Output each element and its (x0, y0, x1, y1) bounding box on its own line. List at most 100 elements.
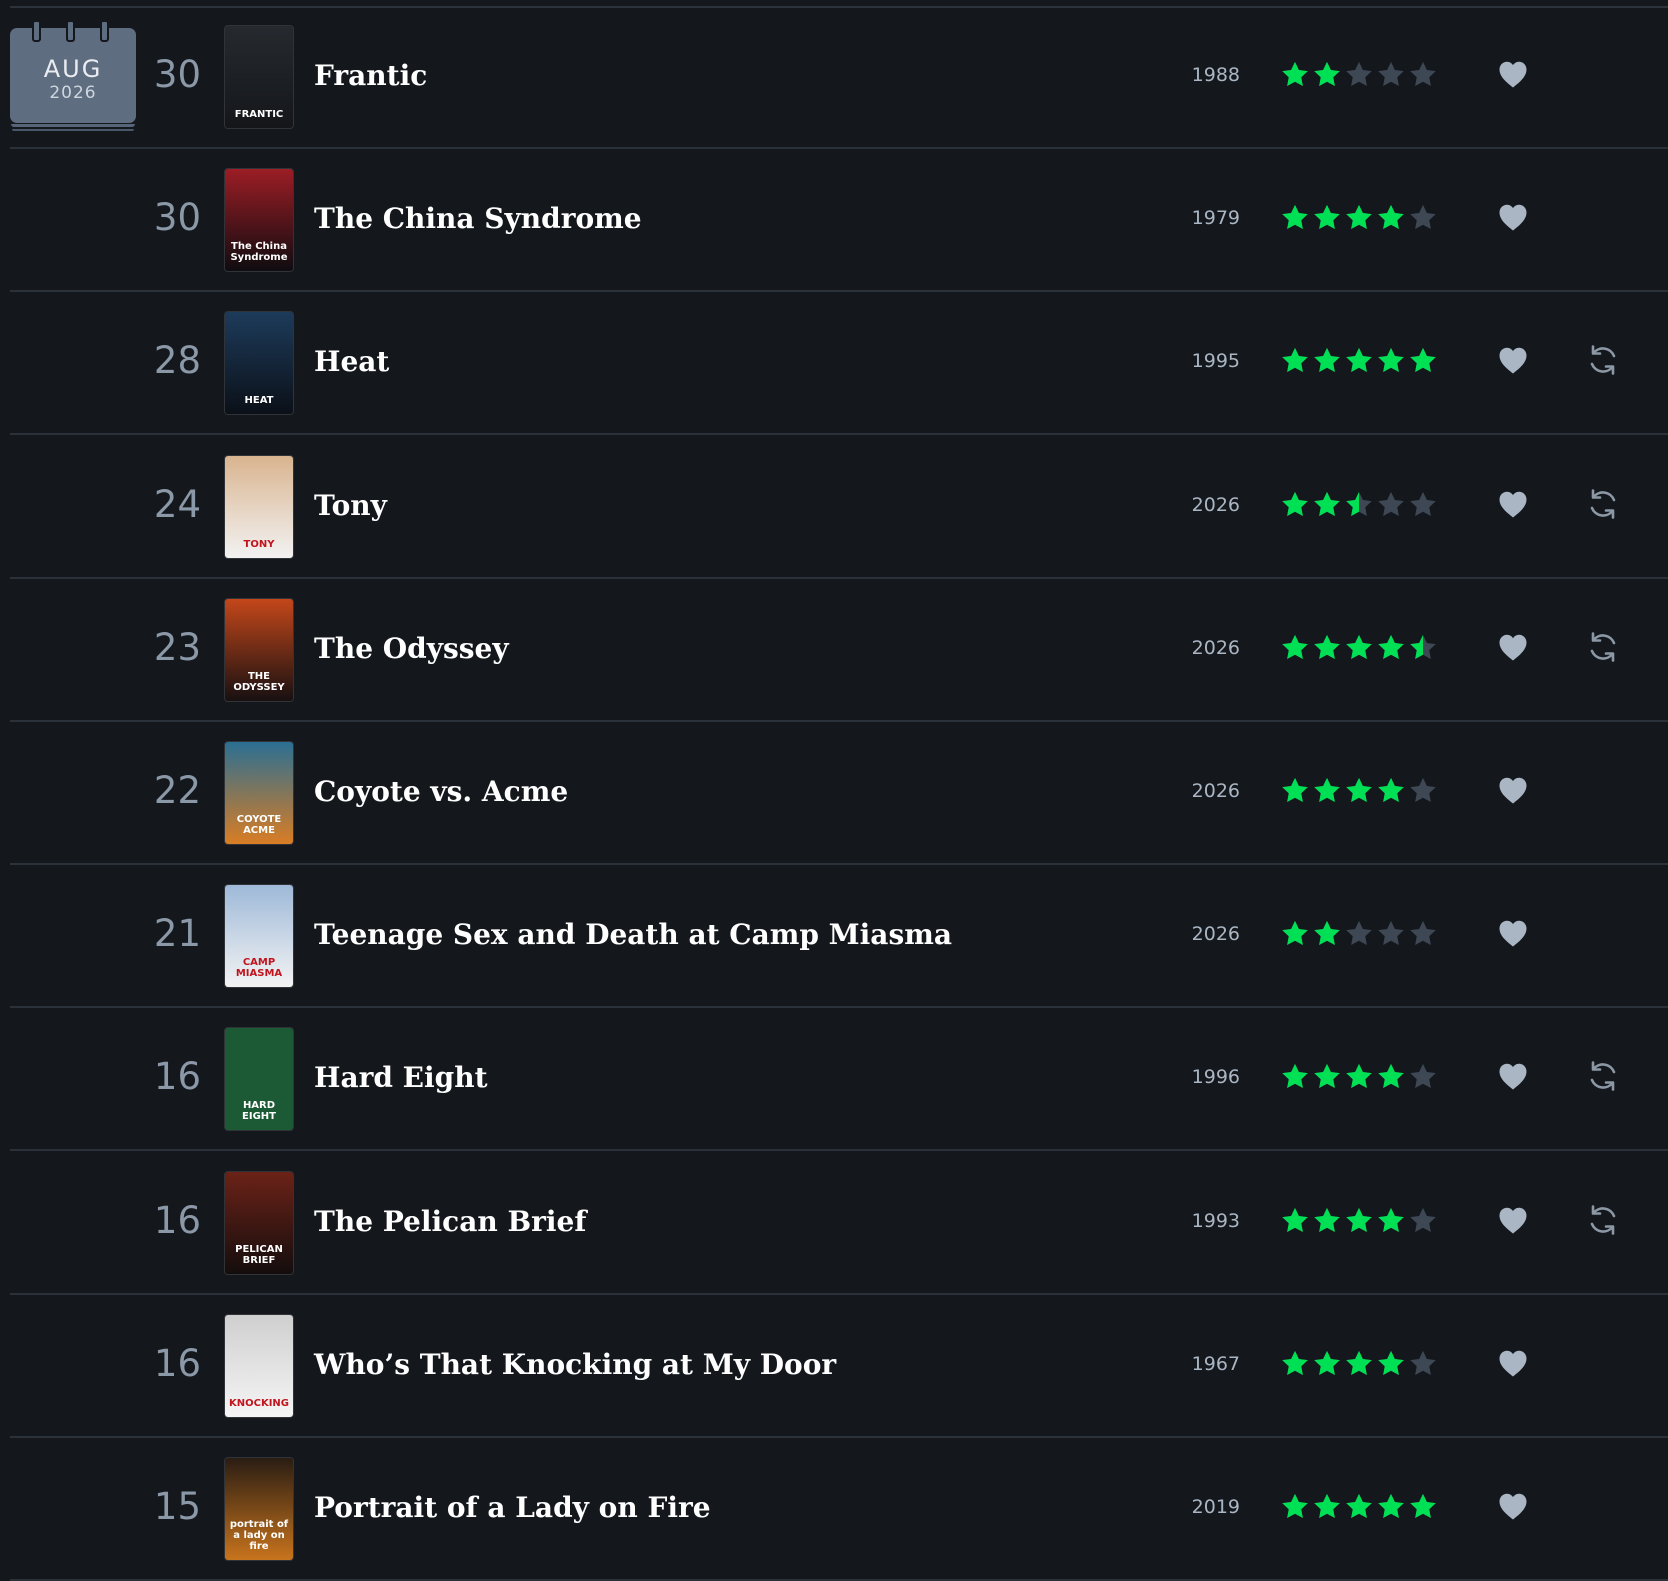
poster-caption: FRANTIC (234, 109, 284, 120)
entry-day[interactable]: 23 (154, 625, 201, 671)
heart-icon[interactable] (1496, 1347, 1530, 1381)
star-full-icon (1346, 1064, 1372, 1089)
film-title[interactable]: Tony (314, 484, 387, 528)
release-year[interactable]: 2026 (1192, 919, 1240, 949)
star-full-icon (1314, 1350, 1340, 1375)
entry-day[interactable]: 16 (154, 1341, 201, 1387)
star-empty-icon (1346, 61, 1372, 86)
star-rating[interactable] (1280, 1060, 1440, 1094)
star-rating[interactable] (1280, 1347, 1440, 1381)
film-title[interactable]: Coyote vs. Acme (314, 770, 568, 814)
film-title[interactable]: Portrait of a Lady on Fire (314, 1486, 711, 1530)
entry-day[interactable]: 21 (154, 911, 201, 957)
star-rating[interactable] (1280, 488, 1440, 522)
film-title[interactable]: Heat (314, 340, 389, 384)
star-full-icon (1282, 1493, 1308, 1518)
star-rating[interactable] (1280, 1204, 1440, 1238)
heart-icon[interactable] (1496, 201, 1530, 235)
release-year[interactable]: 1988 (1192, 60, 1240, 90)
film-title[interactable]: Frantic (314, 54, 427, 98)
entry-day[interactable]: 28 (154, 338, 201, 384)
poster-caption: HEAT (244, 395, 274, 407)
entry-day[interactable]: 16 (154, 1198, 201, 1244)
film-title[interactable]: The China Syndrome (314, 197, 642, 241)
heart-icon[interactable] (1496, 488, 1530, 522)
star-full-icon (1314, 1207, 1340, 1232)
star-empty-icon (1410, 1350, 1436, 1375)
release-year[interactable]: 1995 (1192, 346, 1240, 376)
film-poster[interactable]: HARD EIGHT (225, 1028, 293, 1131)
star-rating[interactable] (1280, 774, 1440, 808)
heart-icon[interactable] (1496, 631, 1530, 665)
rewatch-icon[interactable] (1585, 629, 1621, 665)
film-title[interactable]: The Pelican Brief (314, 1200, 586, 1244)
heart-icon[interactable] (1496, 58, 1530, 92)
film-poster[interactable]: FRANTIC (225, 26, 293, 128)
release-year[interactable]: 2026 (1192, 776, 1240, 806)
star-full-icon (1378, 777, 1404, 802)
film-poster[interactable]: TONY (225, 455, 293, 558)
release-year[interactable]: 1967 (1192, 1349, 1240, 1379)
film-poster[interactable]: COYOTE ACME (225, 742, 293, 844)
film-title[interactable]: Hard Eight (314, 1056, 488, 1100)
star-full-icon (1378, 1064, 1404, 1089)
poster-caption: HARD EIGHT (242, 1100, 276, 1123)
entry-day[interactable]: 24 (154, 482, 201, 528)
entry-day[interactable]: 22 (154, 768, 201, 814)
film-title[interactable]: Teenage Sex and Death at Camp Miasma (314, 913, 952, 957)
poster-caption: COYOTE ACME (236, 814, 282, 836)
film-poster[interactable]: PELICAN BRIEF (225, 1171, 293, 1274)
star-rating[interactable] (1280, 201, 1440, 235)
star-full-icon (1410, 348, 1436, 373)
film-title[interactable]: Who’s That Knocking at My Door (314, 1343, 836, 1387)
film-title[interactable]: The Odyssey (314, 627, 509, 671)
star-empty-icon (1410, 491, 1436, 516)
star-rating[interactable] (1280, 58, 1440, 92)
calendar-ring-icon (66, 20, 75, 42)
film-poster[interactable]: The China Syndrome (225, 169, 293, 272)
release-year[interactable]: 1993 (1192, 1206, 1240, 1236)
release-year[interactable]: 1996 (1192, 1062, 1240, 1092)
entry-day[interactable]: 16 (154, 1054, 201, 1100)
release-year[interactable]: 2019 (1192, 1492, 1240, 1522)
poster-caption: CAMP MIASMA (235, 957, 283, 980)
film-poster[interactable]: CAMP MIASMA (225, 885, 293, 988)
star-empty-icon (1378, 61, 1404, 86)
star-empty-icon (1346, 921, 1372, 946)
entry-day[interactable]: 30 (154, 52, 201, 98)
star-rating[interactable] (1280, 344, 1440, 378)
rewatch-icon[interactable] (1585, 1202, 1621, 1238)
rewatch-icon[interactable] (1585, 1058, 1621, 1094)
star-full-icon (1346, 348, 1372, 373)
star-full-icon (1378, 205, 1404, 230)
heart-icon[interactable] (1496, 1204, 1530, 1238)
diary-entry-row: 16 HARD EIGHT Hard Eight 1996 (0, 1008, 1668, 1152)
rewatch-icon[interactable] (1585, 486, 1621, 522)
star-full-icon (1314, 777, 1340, 802)
heart-icon[interactable] (1496, 1490, 1530, 1524)
film-poster[interactable]: THE ODYSSEY (225, 598, 293, 701)
star-empty-icon (1410, 61, 1436, 86)
diary-list: AUG 2026 30 FRANTIC Frantic 1988 30 The China… (0, 0, 1668, 1581)
star-rating[interactable] (1280, 631, 1440, 665)
release-year[interactable]: 2026 (1192, 633, 1240, 663)
entry-day[interactable]: 15 (154, 1484, 201, 1530)
heart-icon[interactable] (1496, 1060, 1530, 1094)
rewatch-icon[interactable] (1585, 342, 1621, 378)
star-full-icon (1346, 777, 1372, 802)
calendar-badge[interactable]: AUG 2026 (10, 20, 136, 131)
heart-icon[interactable] (1496, 344, 1530, 378)
release-year[interactable]: 1979 (1192, 203, 1240, 233)
star-empty-icon (1378, 491, 1404, 516)
star-rating[interactable] (1280, 917, 1440, 951)
star-empty-icon (1410, 777, 1436, 802)
entry-day[interactable]: 30 (154, 195, 201, 241)
star-rating[interactable] (1280, 1490, 1440, 1524)
poster-caption: The China Syndrome (230, 241, 288, 264)
film-poster[interactable]: portrait of a lady on fire (225, 1458, 293, 1560)
film-poster[interactable]: HEAT (225, 312, 293, 415)
film-poster[interactable]: KNOCKING (225, 1314, 293, 1417)
heart-icon[interactable] (1496, 774, 1530, 808)
heart-icon[interactable] (1496, 917, 1530, 951)
release-year[interactable]: 2026 (1192, 490, 1240, 520)
